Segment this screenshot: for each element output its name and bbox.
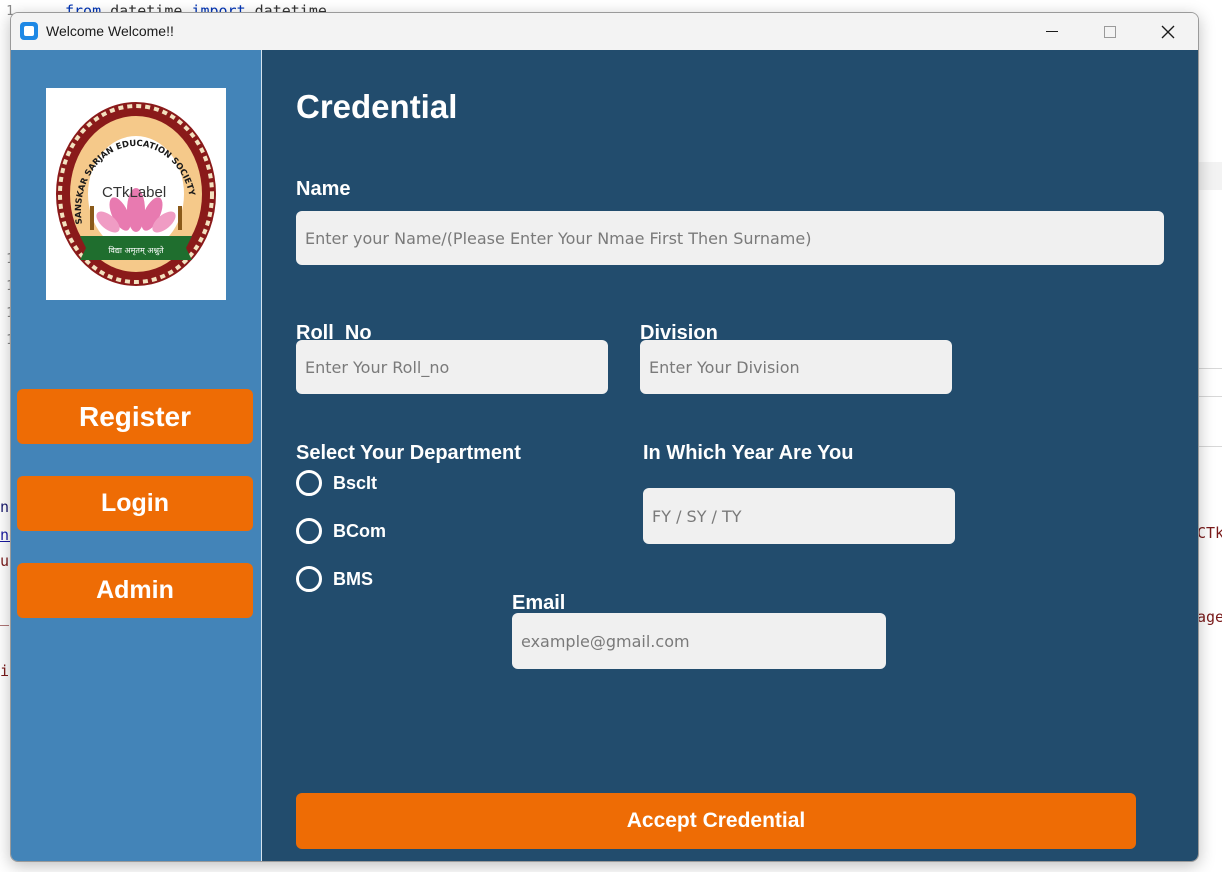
year-input[interactable] [643, 488, 955, 544]
logo: SANSKAR SARJAN EDUCATION SOCIETY विद्या … [46, 88, 226, 300]
editor-code-fragment: age [1197, 608, 1222, 626]
register-button[interactable]: Register [17, 389, 253, 444]
radio-circle-icon[interactable] [296, 566, 322, 592]
email-input[interactable] [512, 613, 886, 669]
editor-divider [1198, 446, 1222, 447]
logo-placeholder-label: CTkLabel [102, 184, 167, 201]
logo-banner-text: विद्या अमृतम् अश्नुते [108, 245, 164, 256]
radio-label: BCom [333, 520, 386, 541]
admin-button[interactable]: Admin [17, 563, 253, 618]
radio-label: BscIt [333, 472, 378, 493]
sidebar: SANSKAR SARJAN EDUCATION SOCIETY विद्या … [11, 50, 261, 861]
radio-circle-icon[interactable] [296, 470, 322, 496]
app-window: Welcome Welcome!! SANSKAR SARJAN EDUCATI… [10, 12, 1199, 862]
minimize-icon [1046, 31, 1058, 32]
login-button[interactable]: Login [17, 476, 253, 531]
editor-divider [1198, 396, 1222, 397]
radio-circle-icon[interactable] [296, 518, 322, 544]
division-input[interactable] [640, 340, 952, 394]
department-label: Select Your Department [296, 442, 521, 464]
maximize-button[interactable] [1081, 13, 1139, 50]
window-title: Welcome Welcome!! [46, 23, 174, 39]
radio-label: BMS [333, 568, 373, 589]
name-label: Name [296, 178, 351, 200]
maximize-icon [1104, 25, 1116, 38]
editor-code-fragment: CTk [1197, 524, 1222, 542]
department-radio-bms[interactable]: BMS [296, 565, 373, 593]
year-label: In Which Year Are You [643, 442, 854, 464]
minimize-button[interactable] [1023, 13, 1081, 50]
title-bar[interactable]: Welcome Welcome!! [11, 13, 1198, 50]
editor-divider [1198, 368, 1222, 369]
department-radio-bcom[interactable]: BCom [296, 517, 386, 545]
page-title: Credential [296, 88, 458, 125]
roll-no-input[interactable] [296, 340, 608, 394]
credential-form: Credential Name Roll_No Division Select … [262, 50, 1198, 861]
name-input[interactable] [296, 211, 1164, 265]
close-icon [1161, 25, 1175, 38]
editor-line-highlight [1198, 162, 1222, 190]
email-label: Email [512, 592, 566, 614]
close-button[interactable] [1139, 13, 1197, 50]
department-radio-bscit[interactable]: BscIt [296, 469, 377, 497]
app-icon [20, 22, 38, 40]
accept-credential-button[interactable]: Accept Credential [296, 793, 1136, 849]
